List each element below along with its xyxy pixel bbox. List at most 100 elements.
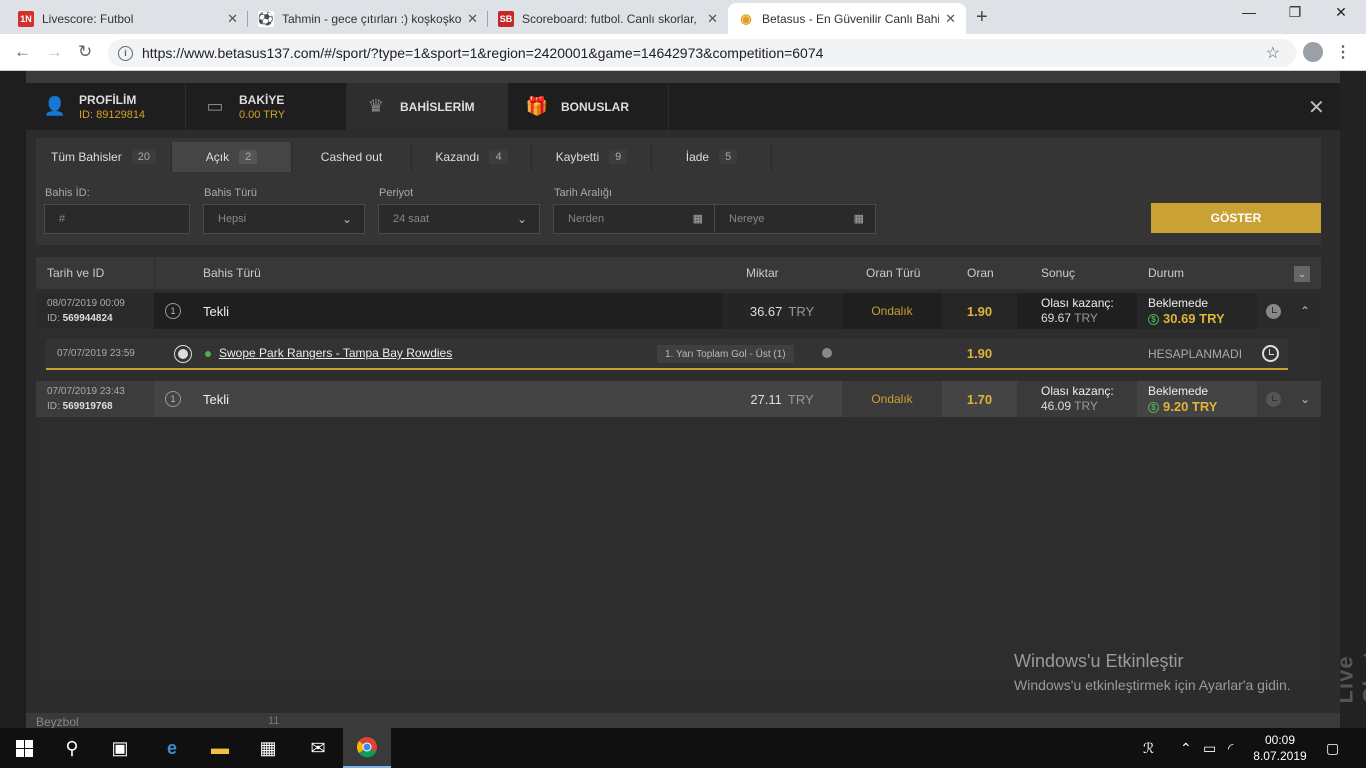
bet-id-input[interactable]: # (44, 204, 190, 234)
filter-tab-won[interactable]: Kazandı 4 (412, 142, 532, 172)
tab-balance[interactable]: ▭ BAKİYE 0.00 TRY (186, 83, 347, 130)
expand-toggle[interactable]: ⌃ (1289, 293, 1321, 329)
maximize-button[interactable]: ❐ (1272, 4, 1318, 21)
expand-toggle[interactable]: ⌄ (1289, 381, 1321, 417)
new-tab-button[interactable]: + (976, 6, 988, 29)
calendar-icon[interactable]: ▦ (854, 212, 864, 225)
bet-index-icon: 1 (165, 391, 181, 407)
site-info-icon[interactable]: i (118, 45, 133, 61)
left-sidebar-backdrop (0, 71, 26, 728)
chrome-icon[interactable] (343, 728, 391, 768)
mail-icon[interactable]: ✉ (294, 728, 342, 768)
window-close-button[interactable]: ✕ (1318, 4, 1364, 21)
cashout-button[interactable]: $30.69 TRY (1148, 311, 1225, 326)
calendar-icon[interactable]: ▦ (693, 212, 703, 225)
event-name-link[interactable]: Swope Park Rangers - Tampa Bay Rowdies (219, 346, 452, 360)
close-tab-icon[interactable]: ✕ (707, 11, 718, 27)
dollar-icon: $ (1148, 314, 1159, 325)
possible-win-label: Olası kazanç: (1041, 384, 1114, 398)
filter-tab-lost[interactable]: Kaybetti 9 (532, 142, 652, 172)
bet-amount: 27.11 (750, 391, 782, 407)
bet-type: Tekli (203, 303, 230, 319)
tab-my-bets[interactable]: ♛ BAHİSLERİM (347, 83, 508, 130)
filter-tab-refund[interactable]: İade 5 (652, 142, 772, 172)
bookmark-star-icon[interactable]: ☆ (1266, 43, 1280, 63)
chevron-up-icon[interactable]: ⌃ (1180, 740, 1192, 757)
browser-tab-scoreboard[interactable]: SB Scoreboard: futbol. Canlı skorlar, ✕ (488, 3, 728, 34)
store-icon[interactable]: ▦ (244, 728, 292, 768)
tab-title: BAHİSLERİM (400, 99, 475, 114)
people-icon[interactable]: ℛ (1143, 740, 1154, 757)
football-icon (175, 346, 191, 362)
tab-title: BONUSLAR (561, 99, 629, 114)
filter-tab-cashed-out[interactable]: Cashed out (292, 142, 412, 172)
table-row[interactable]: 08/07/2019 00:09 ID: 569944824 1 Tekli 3… (36, 293, 1321, 329)
bet-index-icon: 1 (165, 303, 181, 319)
address-bar[interactable]: i https://www.betasus137.com/#/sport/?ty… (108, 39, 1296, 67)
activation-watermark-subtitle: Windows'u etkinleştirmek için Ayarlar'a … (1014, 677, 1291, 693)
wallet-icon: ▭ (206, 96, 224, 116)
event-status: HESAPLANMADI (1148, 347, 1243, 361)
browser-tab-strip: 1N Livescore: Futbol ✕ ⚽ Tahmin - gece ç… (0, 0, 1366, 34)
bet-event-row[interactable]: 07/07/2019 23:59 Swope Park Rangers - Ta… (46, 339, 1288, 370)
date-range-label: Tarih Aralığı (554, 187, 613, 199)
page-backdrop: Live Chat Beyzbol 11 👤 PROFİLİM ID: 8912… (0, 71, 1366, 729)
browser-tab-livescore[interactable]: 1N Livescore: Futbol ✕ (8, 3, 248, 34)
wifi-icon[interactable]: ◜ (1228, 740, 1233, 757)
minimize-button[interactable]: — (1226, 4, 1272, 20)
battery-icon[interactable]: ▭ (1203, 740, 1216, 757)
tab-bonuses[interactable]: 🎁 BONUSLAR (508, 83, 669, 130)
date-from-input[interactable]: Nerden ▦ (553, 204, 715, 234)
browser-tab-tahmin[interactable]: ⚽ Tahmin - gece çıtırları :) koşkoşko ✕ (248, 3, 488, 34)
browser-tab-betasus[interactable]: ◉ Betasus - En Güvenilir Canlı Bahis ✕ (728, 3, 966, 34)
url-text: https://www.betasus137.com/#/sport/?type… (142, 45, 824, 61)
close-tab-icon[interactable]: ✕ (945, 11, 956, 27)
sport-item-baseball[interactable]: Beyzbol (36, 715, 79, 729)
period-select[interactable]: 24 saat ⌄ (378, 204, 540, 234)
info-icon[interactable] (822, 348, 832, 358)
filter-tab-open[interactable]: Açık 2 (172, 142, 292, 172)
bet-type-select[interactable]: Hepsi ⌄ (203, 204, 365, 234)
close-tab-icon[interactable]: ✕ (227, 11, 238, 27)
cashout-button[interactable]: $9.20 TRY (1148, 399, 1217, 414)
collapse-all-icon[interactable]: ⌄ (1294, 266, 1310, 282)
date-to-input[interactable]: Nereye ▦ (714, 204, 876, 234)
show-button[interactable]: GÖSTER (1151, 203, 1321, 233)
bet-date: 07/07/2019 23:43 (47, 386, 125, 397)
odds-type: Ondalık (842, 293, 942, 329)
close-tab-icon[interactable]: ✕ (467, 11, 478, 27)
notifications-icon[interactable]: ▢ (1326, 740, 1339, 757)
back-arrow-icon[interactable]: ← (14, 42, 31, 62)
time: 00:09 (1264, 733, 1296, 747)
edge-icon[interactable]: e (148, 728, 196, 768)
browser-tab-label: Tahmin - gece çıtırları :) koşkoşko (282, 11, 462, 26)
browser-tab-label: Scoreboard: futbol. Canlı skorlar, (522, 11, 697, 26)
forward-arrow-icon[interactable]: → (46, 42, 63, 62)
clock-icon (1265, 303, 1281, 319)
col-date-id: Tarih ve ID (47, 266, 105, 280)
reload-icon[interactable]: ↻ (78, 42, 92, 62)
task-view-icon[interactable]: ▣ (96, 728, 144, 768)
filter-tab-all[interactable]: Tüm Bahisler 20 (36, 142, 172, 172)
search-icon[interactable]: ⚲ (48, 728, 96, 768)
count-badge: 9 (609, 150, 628, 164)
dollar-icon: $ (1148, 402, 1159, 413)
modal-close-icon[interactable]: ✕ (1308, 95, 1325, 120)
taskbar-clock[interactable]: 00:09 8.07.2019 (1248, 732, 1312, 764)
clock-icon (1265, 391, 1281, 407)
browser-menu-icon[interactable]: ⋮ (1335, 42, 1351, 62)
count-badge: 4 (489, 150, 508, 164)
windows-logo-icon (15, 739, 33, 757)
chevron-down-icon: ⌄ (341, 212, 352, 226)
balance-value: 0.00 TRY (239, 108, 286, 121)
user-id: ID: 89129814 (79, 108, 146, 121)
bet-id: 569919768 (62, 401, 113, 412)
tab-profile[interactable]: 👤 PROFİLİM ID: 89129814 (26, 83, 186, 130)
bet-status-tabs: Tüm Bahisler 20 Açık 2 Cashed out Kazand… (36, 142, 772, 172)
filters-panel: Tüm Bahisler 20 Açık 2 Cashed out Kazand… (36, 138, 1321, 245)
live-dot-icon (205, 351, 211, 357)
table-row[interactable]: 07/07/2019 23:43 ID: 569919768 1 Tekli 2… (36, 381, 1321, 417)
profile-avatar-icon[interactable] (1303, 42, 1323, 62)
file-explorer-icon[interactable]: ▬ (196, 728, 244, 768)
start-button[interactable] (0, 728, 48, 768)
